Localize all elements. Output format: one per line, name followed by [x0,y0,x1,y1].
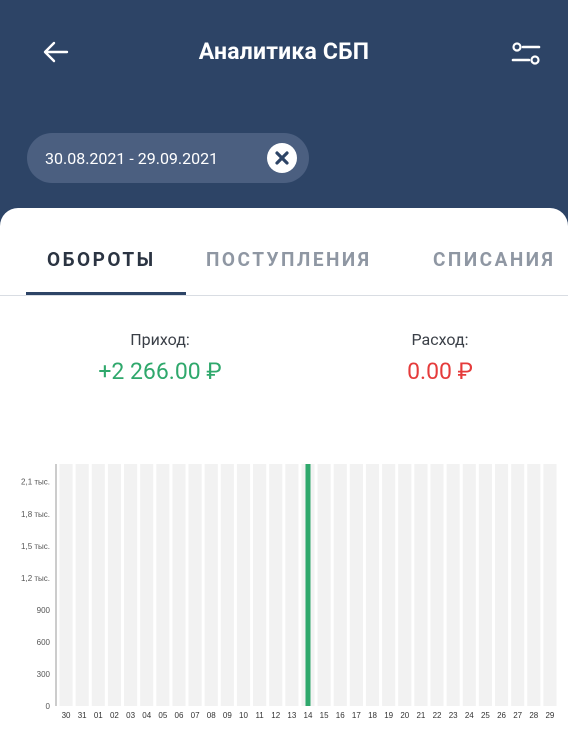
close-circle-icon [275,151,289,165]
income-label: Приход: [130,330,190,349]
x-tick-label: 05 [158,711,167,720]
x-tick-label: 11 [255,711,264,720]
grid-column [349,464,363,706]
x-tick-label: 10 [239,711,248,720]
grid-column [398,464,412,706]
y-tick-label: 2,1 тыс. [21,478,50,487]
grid-column [75,464,89,706]
x-tick-label: 19 [384,711,393,720]
x-tick-label: 26 [497,711,506,720]
x-tick-label: 04 [142,711,151,720]
grid-column [204,464,218,706]
grid-column [236,464,251,706]
y-tick-label: 600 [37,638,51,647]
grid-column [156,464,170,706]
expense-value: 0.00 ₽ [407,358,473,385]
grid-column [140,464,154,706]
x-tick-label: 24 [465,711,474,720]
grid-column [494,464,509,706]
income-value: +2 266.00 ₽ [98,358,222,385]
grid-column [107,464,122,706]
filter-button[interactable] [508,36,544,72]
x-tick-label: 17 [352,711,361,720]
x-tick-label: 29 [545,711,554,720]
x-tick-label: 06 [175,711,184,720]
grid-column [382,464,396,706]
grid-column [414,464,428,706]
x-tick-label: 03 [126,711,135,720]
x-tick-label: 31 [78,711,87,720]
x-tick-label: 02 [110,711,119,720]
app-header: Аналитика СБП 30.08.2021 - 29.09.2021 [0,0,568,240]
x-tick-label: 25 [481,711,490,720]
x-tick-label: 15 [320,711,329,720]
x-tick-label: 30 [62,711,71,720]
grid-column [462,464,476,706]
clear-date-button[interactable] [267,143,297,173]
date-range-label: 30.08.2021 - 29.09.2021 [45,148,219,168]
y-tick-label: 1,2 тыс. [21,574,50,583]
grid-column [511,464,525,706]
x-tick-label: 27 [513,711,522,720]
x-tick-label: 20 [400,711,409,720]
y-tick-label: 1,5 тыс. [21,542,50,551]
grid-column [269,464,283,706]
grid-column [220,464,234,706]
x-tick-label: 28 [529,711,538,720]
grid-column [543,464,557,706]
y-tick-label: 1,8 тыс. [21,510,50,519]
y-tick-label: 900 [37,606,51,615]
x-tick-label: 12 [271,711,280,720]
y-tick-label: 300 [37,670,51,679]
grid-column [478,464,492,706]
grid-column [527,464,541,706]
grid-column [172,464,186,706]
active-tab-indicator [26,292,186,295]
x-tick-label: 01 [94,711,103,720]
filter-sliders-icon [511,42,541,65]
x-tick-label: 13 [287,711,296,720]
grid-column [124,464,138,706]
grid-column [365,464,380,706]
turnover-chart: 0 300 600 900 1,2 тыс. 1,5 тыс. 1,8 тыс. 2,1 ты… [21,464,557,720]
x-tick-label: 14 [304,711,313,720]
x-tick-label: 09 [223,711,232,720]
x-tick-label: 07 [191,711,200,720]
tab-income[interactable]: ПОСТУПЛЕНИЯ [206,248,371,271]
bar-14 [305,464,311,706]
expense-label: Расход: [411,330,469,349]
tab-expenses[interactable]: СПИСАНИЯ [433,248,555,271]
x-tick-label: 23 [449,711,458,720]
date-range-chip[interactable]: 30.08.2021 - 29.09.2021 [27,133,309,183]
grid-column [59,464,73,706]
x-tick-label: 21 [416,711,425,720]
grid-column [188,464,202,706]
grid-column [253,464,267,706]
page-title: Аналитика СБП [198,38,370,65]
x-tick-label: 18 [368,711,377,720]
grid-column [317,464,331,706]
x-tick-label: 22 [433,711,442,720]
grid-column [430,464,444,706]
y-tick-label: 0 [46,702,51,711]
grid-column [446,464,460,706]
tab-bar: ОБОРОТЫ ПОСТУПЛЕНИЯ СПИСАНИЯ [0,208,568,296]
grid-column [285,464,299,706]
tab-turnover[interactable]: ОБОРОТЫ [47,248,156,271]
x-tick-label: 08 [207,711,216,720]
grid-column [333,464,347,706]
x-tick-label: 16 [336,711,345,720]
grid-column [91,464,105,706]
